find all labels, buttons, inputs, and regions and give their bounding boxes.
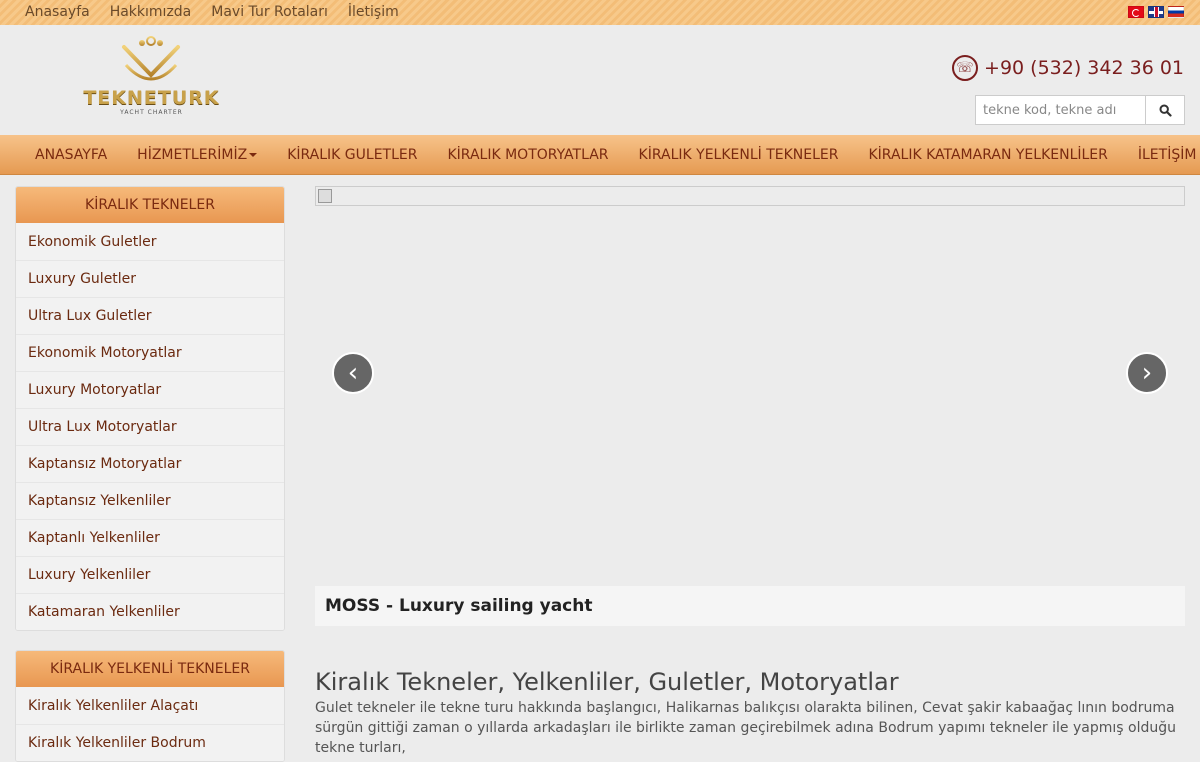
list-item[interactable]: Katamaran Yelkenliler [16, 593, 284, 630]
list-item[interactable]: Kaptansız Yelkenliler [16, 482, 284, 519]
list-item[interactable]: Ultra Lux Guletler [16, 297, 284, 334]
slide-image [315, 186, 1185, 206]
intro-paragraph: Gulet tekneler ile tekne turu hakkında b… [315, 700, 1176, 756]
nav-sailboats[interactable]: KİRALIK YELKENLİ TEKNELER [624, 147, 854, 163]
search-input[interactable] [975, 95, 1145, 125]
nav-catamarans-label: KİRALIK KATAMARAN YELKENLİLER [868, 146, 1108, 163]
slider-prev-button[interactable]: ‹ [332, 352, 374, 394]
main-content: Kiralık Tekneler, Yelkenliler, Guletler,… [315, 668, 1185, 758]
list-item[interactable]: Ultra Lux Motoryatlar [16, 408, 284, 445]
nav-services-dropdown[interactable]: HİZMETLERİMİZ [122, 147, 272, 163]
top-bar: Anasayfa Hakkımızda Mavi Tur Rotaları İl… [0, 0, 1200, 25]
slider-next-button[interactable]: › [1126, 352, 1168, 394]
nav-contact[interactable]: İLETİŞİM [1123, 147, 1200, 163]
list-item[interactable]: Luxury Motoryatlar [16, 371, 284, 408]
nav-gulets[interactable]: KİRALIK GULETLER [272, 147, 432, 163]
phone-icon: ☏ [952, 55, 979, 81]
logo-tagline: YACHT CHARTER [120, 109, 183, 116]
nav-gulets-label: KİRALIK GULETLER [287, 146, 418, 163]
russian-flag-icon[interactable] [1168, 6, 1184, 18]
chevron-left-icon: ‹ [347, 358, 359, 388]
panel-title: KİRALIK YELKENLİ TEKNELER [16, 651, 284, 687]
broken-image-icon [318, 189, 332, 203]
nav-motoryachts[interactable]: KİRALIK MOTORYATLAR [432, 147, 623, 163]
list-item[interactable]: Kaptanlı Yelkenliler [16, 519, 284, 556]
nav-home-label: ANASAYFA [35, 146, 108, 163]
slide-caption[interactable]: MOSS - Luxury sailing yacht [315, 586, 1185, 626]
list-item[interactable]: Luxury Yelkenliler [16, 556, 284, 593]
phone-contact[interactable]: ☏ +90 (532) 342 36 01 [952, 55, 1184, 81]
anchor-logo-icon [122, 36, 180, 81]
page-title: Kiralık Tekneler, Yelkenliler, Guletler,… [315, 668, 899, 696]
turkish-flag-icon[interactable] [1128, 6, 1144, 18]
header: TEKNETURK YACHT CHARTER ☏ +90 (532) 342 … [0, 25, 1200, 135]
language-flags [1128, 6, 1184, 18]
image-slider: ‹ › MOSS - Luxury sailing yacht [315, 186, 1185, 626]
list-item[interactable]: Kiralık Yelkenliler Alaçatı [16, 687, 284, 724]
search-button[interactable] [1145, 95, 1185, 125]
list-item[interactable]: Kaptansız Motoryatlar [16, 445, 284, 482]
search-box [975, 95, 1185, 125]
nav-home[interactable]: ANASAYFA [20, 147, 122, 163]
boat-category-list: Ekonomik Guletler Luxury Guletler Ultra … [16, 223, 284, 630]
chevron-right-icon: › [1141, 358, 1153, 388]
list-item[interactable]: Luxury Guletler [16, 260, 284, 297]
top-nav-about[interactable]: Hakkımızda [110, 4, 192, 20]
sailboat-location-list: Kiralık Yelkenliler Alaçatı Kiralık Yelk… [16, 687, 284, 761]
top-nav: Anasayfa Hakkımızda Mavi Tur Rotaları İl… [25, 4, 399, 20]
logo[interactable]: TEKNETURK YACHT CHARTER [64, 35, 239, 120]
list-item[interactable]: Kiralık Yelkenliler Bodrum [16, 724, 284, 761]
top-nav-contact[interactable]: İletişim [348, 4, 399, 20]
nav-services-label: HİZMETLERİMİZ [137, 146, 248, 163]
top-nav-home[interactable]: Anasayfa [25, 4, 90, 20]
sidebar-panel-sailboats: KİRALIK YELKENLİ TEKNELER Kiralık Yelken… [15, 650, 285, 762]
logo-name: TEKNETURK [83, 87, 220, 109]
english-flag-icon[interactable] [1148, 6, 1164, 18]
search-icon [1158, 103, 1172, 117]
list-item[interactable]: Ekonomik Motoryatlar [16, 334, 284, 371]
list-item[interactable]: Ekonomik Guletler [16, 223, 284, 260]
caret-down-icon [249, 152, 258, 157]
nav-sailboats-label: KİRALIK YELKENLİ TEKNELER [638, 146, 839, 163]
panel-title: KİRALIK TEKNELER [16, 187, 284, 223]
nav-catamarans[interactable]: KİRALIK KATAMARAN YELKENLİLER [853, 147, 1122, 163]
nav-contact-label: İLETİŞİM [1137, 146, 1197, 163]
sidebar-panel-rental-boats: KİRALIK TEKNELER Ekonomik Guletler Luxur… [15, 186, 285, 631]
top-nav-routes[interactable]: Mavi Tur Rotaları [211, 4, 328, 20]
main-nav: ANASAYFA HİZMETLERİMİZ KİRALIK GULETLER … [0, 135, 1200, 175]
phone-number: +90 (532) 342 36 01 [984, 57, 1184, 79]
nav-motoryachts-label: KİRALIK MOTORYATLAR [447, 146, 609, 163]
